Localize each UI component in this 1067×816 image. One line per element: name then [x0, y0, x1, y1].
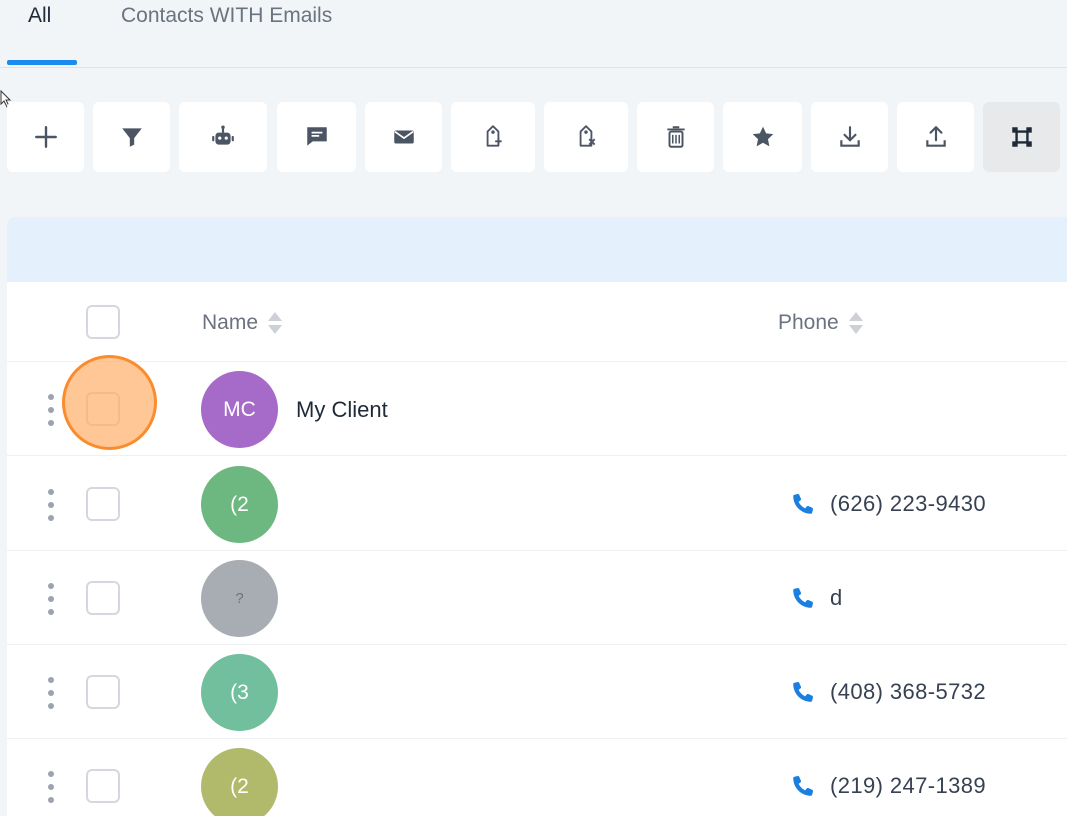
table-header: Name Phone [7, 282, 1067, 362]
table-row[interactable]: (2 (626) 223-9430 [7, 457, 1067, 551]
automation-button[interactable] [179, 102, 267, 172]
star-icon [752, 126, 773, 147]
plus-icon [34, 126, 57, 148]
column-header-name-label: Name [202, 311, 259, 334]
send-email-button[interactable] [365, 102, 442, 172]
column-header-name[interactable]: Name [202, 308, 284, 338]
import-button[interactable] [811, 102, 888, 172]
contact-name[interactable]: My Client [296, 397, 388, 423]
phone-cell[interactable]: (408) 368-5732 [790, 679, 986, 705]
tab-contacts-with-emails[interactable]: Contacts WITH Emails [121, 4, 332, 28]
trash-icon [666, 126, 685, 148]
column-header-phone[interactable]: Phone [778, 308, 865, 338]
phone-icon [793, 681, 813, 702]
sort-icon [268, 312, 283, 334]
active-tab-indicator [7, 60, 77, 65]
bulk-action-toolbar [0, 102, 1067, 172]
table-row[interactable]: (3 (408) 368-5732 [7, 645, 1067, 739]
column-header-phone-label: Phone [778, 311, 839, 334]
delete-button[interactable] [637, 102, 714, 172]
phone-number: (626) 223-9430 [830, 491, 987, 516]
export-button[interactable] [897, 102, 974, 172]
phone-cell[interactable]: (219) 247-1389 [790, 773, 986, 799]
phone-icon [793, 587, 813, 608]
row-menu-icon[interactable] [45, 677, 57, 709]
send-sms-button[interactable] [277, 102, 356, 172]
download-icon [839, 126, 860, 147]
table-row[interactable]: ? d [7, 551, 1067, 645]
favorite-button[interactable] [723, 102, 802, 172]
phone-cell[interactable]: (626) 223-9430 [790, 491, 986, 517]
phone-icon [793, 493, 813, 514]
add-tag-button[interactable] [451, 102, 535, 172]
row-menu-icon[interactable] [45, 489, 57, 521]
table-row[interactable]: (2 (219) 247-1389 [7, 739, 1067, 816]
tab-bar: All Contacts WITH Emails [0, 0, 1067, 68]
row-menu-icon[interactable] [45, 771, 57, 803]
info-banner [7, 217, 1067, 282]
email-icon [393, 130, 414, 144]
avatar: MC [201, 371, 278, 448]
avatar: (2 [201, 466, 278, 543]
phone-number: (408) 368-5732 [830, 679, 987, 704]
row-menu-icon[interactable] [45, 583, 57, 615]
merge-icon [1011, 127, 1032, 147]
avatar: (3 [201, 654, 278, 731]
select-all-checkbox[interactable] [86, 305, 120, 339]
row-checkbox[interactable] [86, 675, 120, 709]
merge-contacts-button[interactable] [983, 102, 1060, 172]
phone-cell[interactable]: d [790, 585, 843, 611]
add-contact-button[interactable] [7, 102, 84, 172]
remove-tag-icon [579, 125, 596, 147]
row-checkbox[interactable] [86, 581, 120, 615]
filter-icon [121, 128, 142, 147]
row-checkbox[interactable] [86, 769, 120, 803]
avatar: (2 [201, 748, 278, 816]
phone-number: d [830, 585, 843, 610]
phone-icon [793, 775, 813, 796]
table-row[interactable]: MC My Client [7, 362, 1067, 456]
row-menu-icon[interactable] [45, 394, 57, 426]
remove-tag-button[interactable] [544, 102, 628, 172]
message-icon [306, 127, 327, 146]
avatar: ? [201, 560, 278, 637]
robot-icon [212, 125, 234, 145]
phone-number: (219) 247-1389 [830, 773, 987, 798]
click-highlight [62, 355, 157, 450]
sort-icon [848, 312, 863, 334]
add-tag-icon [486, 125, 502, 147]
tab-all[interactable]: All [28, 4, 51, 28]
filter-button[interactable] [93, 102, 170, 172]
row-checkbox[interactable] [86, 487, 120, 521]
contacts-table: Name Phone MC My Client (2 (626) 223-943… [7, 282, 1067, 816]
upload-icon [925, 125, 946, 147]
